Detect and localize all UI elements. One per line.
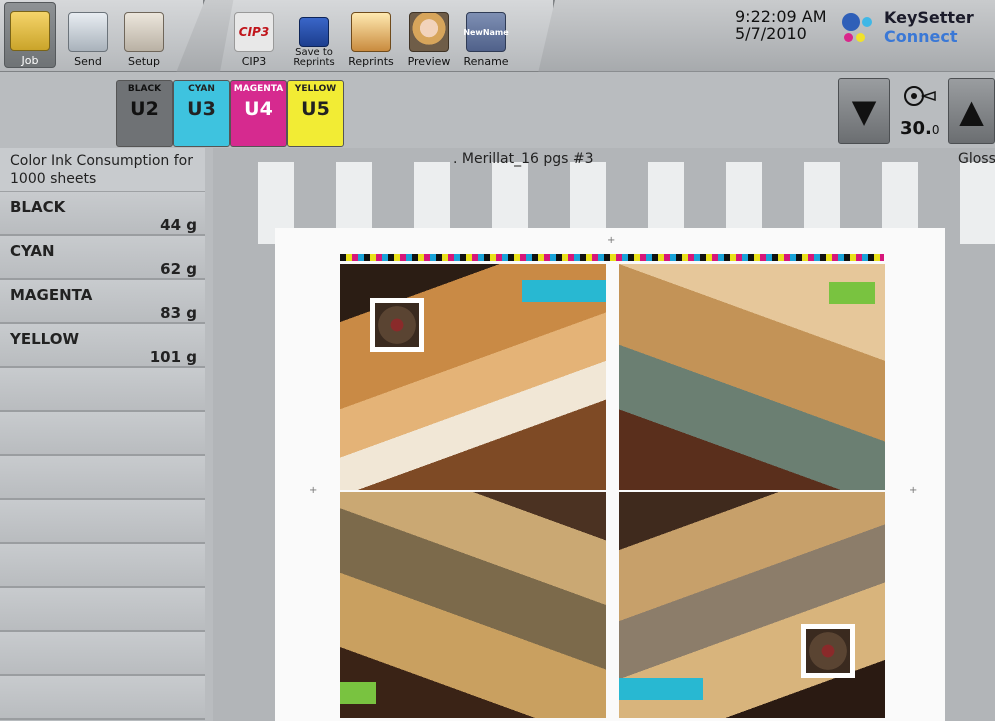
setup-wrench-icon: [124, 12, 164, 52]
keysetter-logo: KeySetter Connect: [840, 8, 990, 48]
job-button-label: Job: [21, 54, 39, 67]
top-toolbar: Job Send Setup CIP3 CIP3 Save to Reprint…: [0, 0, 995, 72]
send-button[interactable]: Send: [62, 2, 114, 68]
send-button-label: Send: [74, 55, 102, 68]
ink-row-black: BLACK 44 g: [0, 192, 205, 236]
save-disk-icon: [299, 17, 329, 47]
setup-button-label: Setup: [127, 55, 161, 68]
speed-dial-icon: [902, 84, 936, 108]
gloss-label: Gloss: [958, 151, 995, 167]
logo-text-connect: Connect: [884, 27, 958, 46]
speed-value-main: 30.: [900, 118, 932, 139]
unit-button-yellow[interactable]: YELLOW U5: [287, 80, 344, 147]
reprints-icon: [351, 12, 391, 52]
unit-name: BLACK: [127, 84, 162, 94]
inset-photo: [370, 298, 424, 352]
folder-icon: [10, 11, 50, 51]
save-to-reprints-button[interactable]: Save to Reprints: [289, 2, 339, 68]
ink-name: CYAN: [10, 242, 55, 260]
ink-value: 83 g: [160, 304, 197, 322]
unit-code: U5: [301, 98, 330, 120]
unit-code: U4: [244, 98, 273, 120]
unit-button-cyan[interactable]: CYAN U3: [173, 80, 230, 147]
clock: 9:22:09 AM 5/7/2010: [735, 8, 827, 42]
clock-date: 5/7/2010: [735, 24, 807, 43]
logo-text-keysetter: KeySetter: [884, 8, 974, 27]
empty-row: [0, 412, 205, 456]
job-button[interactable]: Job: [4, 2, 56, 68]
empty-row: [0, 632, 205, 676]
page-label-tag: [619, 678, 703, 700]
ink-row-magenta: MAGENTA 83 g: [0, 280, 205, 324]
empty-row: [0, 456, 205, 500]
page-label-tag: [522, 280, 606, 302]
ink-value: 101 g: [149, 348, 197, 366]
cip3-button[interactable]: CIP3 CIP3: [228, 2, 280, 68]
empty-row: [0, 588, 205, 632]
cip3-button-label: CIP3: [241, 55, 267, 68]
triangle-up-icon: ▲: [959, 92, 984, 130]
setup-button[interactable]: Setup: [118, 2, 170, 68]
reprints-button[interactable]: Reprints: [345, 2, 397, 68]
page-label-tag: [340, 682, 376, 704]
rename-icon: NewName: [463, 12, 509, 52]
unit-button-magenta[interactable]: MAGENTA U4: [230, 80, 287, 147]
unit-name: CYAN: [188, 84, 215, 94]
preview-area: . Merillat_16 pgs #3 Gloss + + +: [213, 148, 995, 721]
page-label-tag: [829, 282, 875, 304]
inset-photo: [801, 624, 855, 678]
unit-button-black[interactable]: BLACK U2: [116, 80, 173, 147]
speed-down-button[interactable]: ▼: [838, 78, 890, 144]
empty-row: [0, 544, 205, 588]
speed-up-button[interactable]: ▲: [948, 78, 995, 144]
ink-row-cyan: CYAN 62 g: [0, 236, 205, 280]
registration-mark-icon: +: [309, 485, 318, 496]
send-icon: [68, 12, 108, 52]
empty-row: [0, 368, 205, 412]
page-image: [340, 492, 606, 718]
preview-button[interactable]: Preview: [403, 2, 455, 68]
page-image: [619, 264, 885, 490]
color-control-bar: [340, 254, 884, 261]
rename-button[interactable]: NewName Rename: [460, 2, 512, 68]
registration-mark-icon: +: [909, 485, 918, 496]
unit-name: MAGENTA: [233, 84, 284, 94]
ink-name: BLACK: [10, 198, 66, 216]
unit-code: U3: [187, 98, 216, 120]
speed-value-decimal: 0: [931, 123, 940, 137]
ink-value: 44 g: [160, 216, 197, 234]
page-image: [619, 492, 885, 718]
triangle-down-icon: ▼: [851, 92, 877, 130]
speed-value: 30.0: [900, 118, 940, 139]
job-title: . Merillat_16 pgs #3: [453, 151, 594, 167]
save-to-reprints-label: Save to Reprints: [293, 47, 335, 68]
registration-mark-icon: +: [607, 235, 616, 246]
unit-code: U2: [130, 98, 159, 120]
rename-button-label: Rename: [463, 55, 509, 68]
cip3-icon: CIP3: [234, 12, 274, 52]
ink-row-yellow: YELLOW 101 g: [0, 324, 205, 368]
ink-name: MAGENTA: [10, 286, 93, 304]
ink-name: YELLOW: [10, 330, 79, 348]
sheet-preview[interactable]: + + +: [275, 228, 945, 721]
consumption-title: Color Ink Consumption for 1000 sheets: [0, 148, 205, 192]
unit-name: YELLOW: [294, 84, 337, 94]
empty-row: [0, 676, 205, 720]
preview-button-label: Preview: [407, 55, 451, 68]
ink-value: 62 g: [160, 260, 197, 278]
reprints-button-label: Reprints: [348, 55, 394, 68]
clock-time: 9:22:09 AM: [735, 7, 827, 26]
ink-consumption-panel: Color Ink Consumption for 1000 sheets BL…: [0, 148, 205, 721]
logo-dots-icon: [840, 11, 880, 45]
preview-icon: [409, 12, 449, 52]
empty-row: [0, 500, 205, 544]
page-image: [340, 264, 606, 490]
